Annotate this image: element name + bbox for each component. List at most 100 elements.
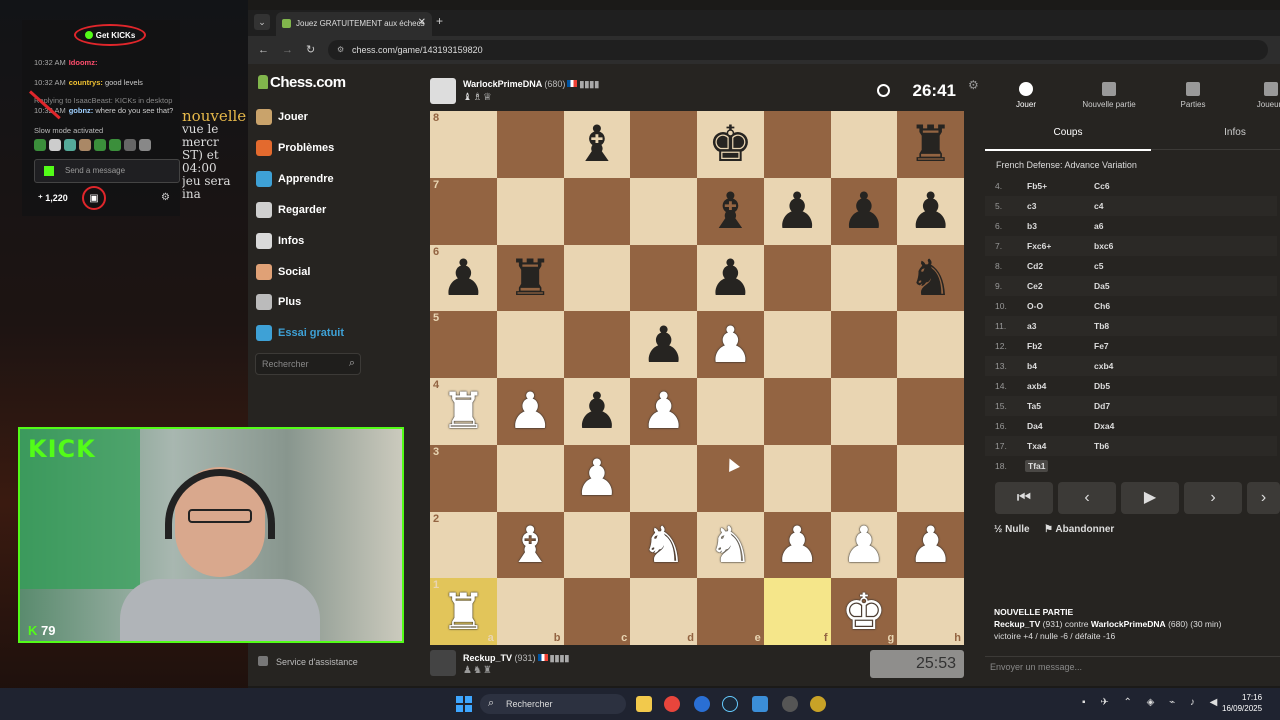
square-g8[interactable] — [830, 111, 898, 178]
square-b3[interactable] — [496, 444, 564, 512]
new-tab-button[interactable]: + — [436, 14, 443, 28]
square-h5[interactable] — [897, 311, 964, 378]
square-d7[interactable] — [630, 177, 697, 245]
square-h8[interactable]: ♜ — [897, 111, 964, 178]
white-move[interactable]: O-O — [1027, 301, 1043, 311]
emote-bar[interactable] — [34, 139, 151, 153]
tab-parties[interactable]: Parties — [1158, 82, 1228, 109]
square-g7[interactable]: ♟ — [830, 177, 898, 245]
square-c4[interactable]: ♟ — [563, 378, 631, 445]
sidebar-item-infos[interactable]: Infos — [256, 230, 304, 252]
black-move[interactable]: Ch6 — [1094, 301, 1110, 311]
chat-send-input[interactable]: Send a message — [34, 159, 180, 183]
square-b4[interactable]: ♟ — [496, 378, 564, 445]
square-e1[interactable]: e — [697, 578, 764, 645]
black-pawn-piece[interactable]: ♟ — [908, 186, 953, 236]
sidebar-item-regarder[interactable]: Regarder — [256, 199, 326, 221]
white-move[interactable]: axb4 — [1027, 381, 1046, 391]
square-c5[interactable] — [563, 311, 631, 378]
white-rook-piece[interactable]: ♜ — [441, 386, 486, 436]
play-button[interactable]: ▶ — [1121, 482, 1179, 514]
black-move[interactable]: a6 — [1094, 221, 1103, 231]
prev-move-button[interactable]: ‹ — [1058, 482, 1116, 514]
square-h6[interactable]: ♞ — [897, 244, 964, 312]
square-h1[interactable]: h — [897, 578, 964, 645]
black-move[interactable]: cxb4 — [1094, 361, 1113, 371]
square-g4[interactable] — [830, 378, 898, 445]
white-move[interactable]: b4 — [1027, 361, 1037, 371]
black-rook-piece[interactable]: ♜ — [908, 119, 953, 169]
black-pawn-piece[interactable]: ♟ — [641, 320, 686, 370]
black-pawn-piece[interactable]: ♟ — [574, 386, 619, 436]
square-a3[interactable]: 3 — [430, 444, 497, 512]
tab-jouer[interactable]: Jouer — [991, 82, 1061, 109]
square-e7[interactable]: ♝ — [697, 177, 764, 245]
square-f1[interactable]: f — [763, 578, 831, 645]
black-pawn-piece[interactable]: ♟ — [441, 253, 486, 303]
last-move-button[interactable]: › — [1247, 482, 1280, 514]
black-move[interactable]: c4 — [1094, 201, 1103, 211]
black-move[interactable]: bxc6 — [1094, 241, 1113, 251]
game-chat-input[interactable]: Envoyer un message... — [985, 656, 1280, 678]
forward-arrow-icon[interactable]: → — [282, 44, 293, 56]
white-move[interactable]: Cd2 — [1027, 261, 1043, 271]
square-e4[interactable] — [697, 378, 764, 445]
square-g1[interactable]: g ♚ — [830, 578, 898, 645]
obs-icon[interactable] — [782, 696, 798, 712]
square-a2[interactable]: 2 — [430, 511, 497, 579]
black-move[interactable]: Cc6 — [1094, 181, 1110, 191]
support-link[interactable]: Service d'assistance — [258, 656, 358, 667]
white-king-piece[interactable]: ♚ — [841, 587, 886, 637]
square-d6[interactable] — [630, 244, 697, 312]
square-f7[interactable]: ♟ — [763, 177, 831, 245]
subtab-infos[interactable]: Infos — [1190, 127, 1280, 138]
square-a8[interactable]: 8 — [430, 111, 497, 178]
chess-board[interactable]: 8 ♝ ♚ ♜ 7 ♝ ♟ ♟ ♟ 6 ♟ ♜ ♟ ♞ 5 ♟ ♟ 4 ♜ ♟ ♟ ♟ 3 ♟ 2 ♝ ♞ ♞ ♟ ♟ ♟ 1 a ♜ b c d e f g… — [430, 111, 964, 645]
white-pawn-piece[interactable]: ♟ — [641, 386, 686, 436]
square-e6[interactable]: ♟ — [697, 244, 764, 312]
file-explorer-icon[interactable] — [636, 696, 652, 712]
get-kicks-button[interactable]: Get KICKs — [74, 24, 146, 46]
white-rook-piece[interactable]: ♜ — [441, 587, 486, 637]
square-e3[interactable] — [697, 444, 764, 512]
square-b1[interactable]: b — [496, 578, 564, 645]
black-rook-piece[interactable]: ♜ — [508, 253, 553, 303]
square-h4[interactable] — [897, 378, 964, 445]
square-c8[interactable]: ♝ — [563, 111, 631, 178]
browser-tab[interactable]: Jouez GRATUITEMENT aux échecs ✕ — [276, 12, 432, 36]
close-tab-icon[interactable]: ✕ — [418, 17, 426, 28]
black-pawn-piece[interactable]: ♟ — [841, 186, 886, 236]
sidebar-item-apprendre[interactable]: Apprendre — [256, 168, 334, 190]
white-knight-piece[interactable]: ♞ — [641, 520, 686, 570]
black-move[interactable]: c5 — [1094, 261, 1103, 271]
white-move[interactable]: Txa4 — [1027, 441, 1046, 451]
white-pawn-piece[interactable]: ♟ — [775, 520, 820, 570]
square-d8[interactable] — [630, 111, 697, 178]
square-c3[interactable]: ♟ — [563, 444, 631, 512]
square-f4[interactable] — [763, 378, 831, 445]
subtab-coups[interactable]: Coups — [985, 127, 1151, 138]
square-e5[interactable]: ♟ — [697, 311, 764, 378]
square-e8[interactable]: ♚ — [697, 111, 764, 178]
square-b7[interactable] — [496, 177, 564, 245]
black-move[interactable]: Db5 — [1094, 381, 1110, 391]
tab-nouvelle-partie[interactable]: Nouvelle partie — [1074, 82, 1144, 109]
white-move[interactable]: Fb2 — [1027, 341, 1042, 351]
square-a1[interactable]: 1 a ♜ — [430, 578, 497, 645]
black-move[interactable]: Dd7 — [1094, 401, 1110, 411]
white-pawn-piece[interactable]: ♟ — [908, 520, 953, 570]
square-b8[interactable] — [496, 111, 564, 178]
sidebar-item-plus[interactable]: Plus — [256, 291, 301, 313]
url-input[interactable]: ⚙ chess.com/game/143193159820 — [328, 40, 1268, 60]
square-f2[interactable]: ♟ — [763, 511, 831, 579]
white-move[interactable]: b3 — [1027, 221, 1037, 231]
square-f6[interactable] — [763, 244, 831, 312]
black-move[interactable]: Da5 — [1094, 281, 1110, 291]
square-d1[interactable]: d — [630, 578, 697, 645]
windows-start-icon[interactable] — [456, 696, 472, 712]
black-move[interactable]: Fe7 — [1094, 341, 1109, 351]
warcraft-icon[interactable] — [810, 696, 826, 712]
black-pawn-piece[interactable]: ♟ — [775, 186, 820, 236]
square-c2[interactable] — [563, 511, 631, 579]
taskbar-clock[interactable]: 17:16 16/09/2025 — [1222, 692, 1262, 714]
